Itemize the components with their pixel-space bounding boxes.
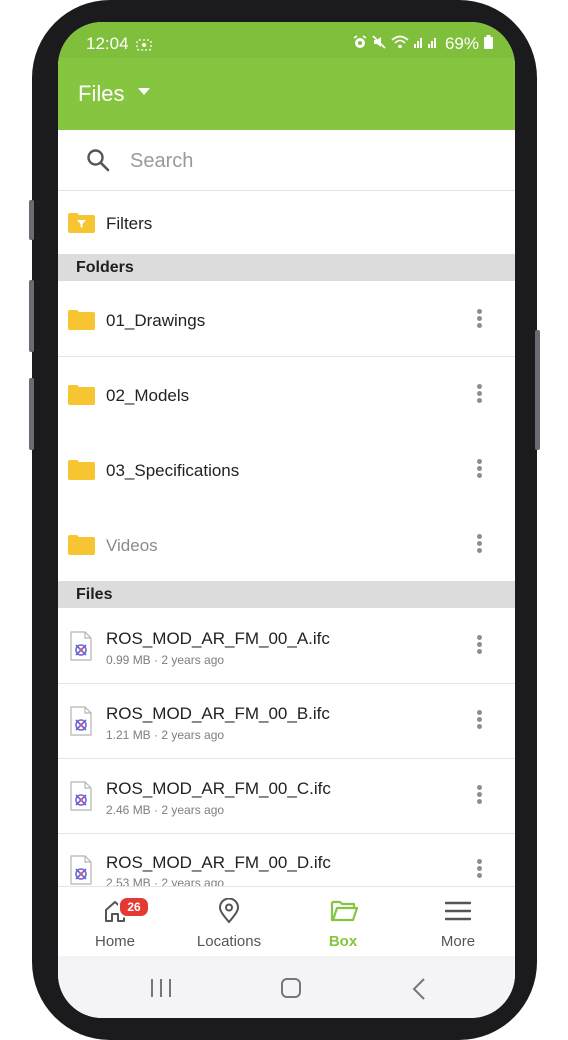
app-bar: Files <box>58 58 515 130</box>
file-meta: 2.53 MB · 2 years ago <box>106 876 225 886</box>
battery-icon <box>484 34 493 54</box>
search-bar <box>58 130 515 191</box>
file-row[interactable]: ROS_MOD_AR_FM_00_B.ifc 1.21 MB · 2 years… <box>58 684 515 758</box>
folder-label: Videos <box>106 536 158 555</box>
phone-side-button <box>29 280 34 352</box>
back-icon[interactable] <box>412 978 426 1005</box>
status-icons: 69% <box>353 34 493 54</box>
file-meta: 1.21 MB · 2 years ago <box>106 728 225 742</box>
file-name: ROS_MOD_AR_FM_00_C.ifc <box>106 779 331 798</box>
nav-more-label: More <box>440 933 476 950</box>
home-button-icon[interactable] <box>280 978 302 1003</box>
files-section-header: Files <box>58 581 515 608</box>
signal-icon <box>413 34 440 54</box>
location-pin-icon <box>218 897 240 929</box>
screen-record-icon <box>136 36 152 56</box>
folders-section-title: Folders <box>76 259 134 276</box>
mute-icon <box>372 34 386 54</box>
folder-icon <box>68 535 95 555</box>
folder-label: 01_Drawings <box>106 311 206 330</box>
more-options-icon[interactable] <box>470 307 488 333</box>
filter-folder-icon <box>68 212 95 238</box>
more-options-icon[interactable] <box>470 708 488 734</box>
phone-side-button <box>535 330 540 450</box>
folder-icon <box>68 460 95 480</box>
filters-label: Filters <box>106 214 153 233</box>
bottom-nav: 26 Home Locations Box More <box>58 886 515 957</box>
chevron-down-icon <box>138 88 150 95</box>
file-row[interactable]: ROS_MOD_AR_FM_00_C.ifc 2.46 MB · 2 years… <box>58 759 515 833</box>
folder-icon <box>68 310 95 330</box>
more-options-icon[interactable] <box>470 857 488 883</box>
open-folder-icon <box>330 899 359 928</box>
filters-row[interactable]: Filters <box>58 191 515 254</box>
ifc-file-icon <box>70 855 92 885</box>
more-options-icon[interactable] <box>470 783 488 809</box>
phone-side-button <box>29 200 34 240</box>
file-meta: 0.99 MB · 2 years ago <box>106 653 225 667</box>
search-icon <box>86 148 110 177</box>
folder-row[interactable]: 01_Drawings <box>58 282 515 356</box>
ifc-file-icon <box>70 781 92 811</box>
file-row[interactable]: ROS_MOD_AR_FM_00_A.ifc 0.99 MB · 2 years… <box>58 609 515 683</box>
more-options-icon[interactable] <box>470 382 488 408</box>
status-bar: 12:04 69% <box>58 22 515 58</box>
nav-locations-label: Locations <box>196 933 262 950</box>
nav-more[interactable]: More <box>401 887 515 957</box>
ifc-file-icon <box>70 706 92 736</box>
folder-row[interactable]: 03_Specifications <box>58 432 515 506</box>
recent-apps-icon[interactable] <box>150 978 172 1003</box>
system-nav-bar <box>58 956 515 1018</box>
ifc-file-icon <box>70 631 92 661</box>
files-dropdown[interactable]: Files <box>58 58 168 130</box>
file-row[interactable]: ROS_MOD_AR_FM_00_D.ifc 2.53 MB · 2 years… <box>58 834 515 886</box>
folder-row[interactable]: Videos <box>58 507 515 581</box>
notification-badge: 26 <box>118 896 150 918</box>
battery-percent: 69% <box>444 34 479 53</box>
more-options-icon[interactable] <box>470 532 488 558</box>
phone-side-button <box>29 378 34 450</box>
folder-row[interactable]: 02_Models <box>58 357 515 431</box>
file-name: ROS_MOD_AR_FM_00_D.ifc <box>106 853 331 872</box>
menu-icon <box>444 901 472 926</box>
alarm-icon <box>353 34 367 54</box>
nav-locations[interactable]: Locations <box>172 887 286 957</box>
nav-box[interactable]: Box <box>286 887 400 957</box>
folder-label: 03_Specifications <box>106 461 240 480</box>
more-options-icon[interactable] <box>470 457 488 483</box>
nav-box-label: Box <box>328 933 358 950</box>
search-input[interactable] <box>128 145 472 177</box>
folder-label: 02_Models <box>106 386 190 405</box>
folders-section-header: Folders <box>58 254 515 281</box>
files-section-title: Files <box>76 586 113 603</box>
nav-home-label: Home <box>94 933 135 950</box>
nav-home[interactable]: 26 Home <box>58 887 172 957</box>
more-options-icon[interactable] <box>470 633 488 659</box>
file-meta: 2.46 MB · 2 years ago <box>106 803 225 817</box>
wifi-icon <box>391 34 409 54</box>
file-name: ROS_MOD_AR_FM_00_B.ifc <box>106 704 330 723</box>
page-title: Files <box>78 81 125 106</box>
folder-icon <box>68 385 95 405</box>
file-name: ROS_MOD_AR_FM_00_A.ifc <box>106 629 330 648</box>
status-time: 12:04 <box>86 34 129 53</box>
phone-screen: 12:04 69% Files Search Filters Folders 0… <box>58 22 515 1018</box>
